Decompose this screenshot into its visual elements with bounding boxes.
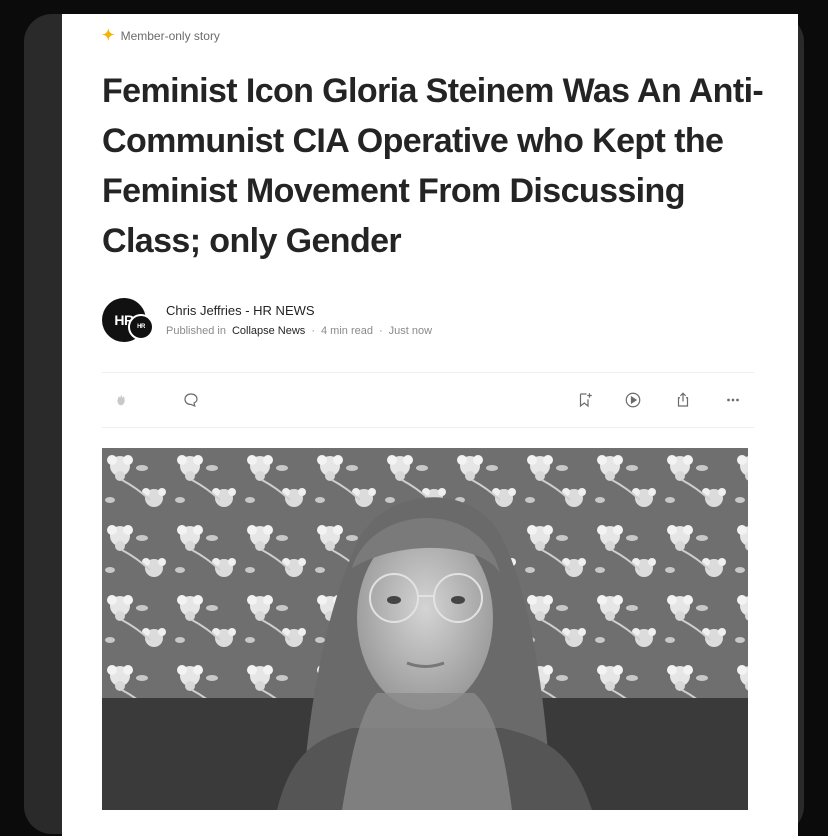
- author-row: HR HR Chris Jeffries - HR NEWS Published…: [102, 298, 432, 342]
- clap-icon: [117, 394, 125, 406]
- publication-avatar-text: HR: [137, 324, 145, 330]
- posted-time: Just now: [388, 325, 433, 337]
- listen-button[interactable]: [622, 389, 644, 411]
- more-icon: [727, 398, 739, 402]
- action-bar: [102, 372, 754, 428]
- comment-button[interactable]: [180, 389, 202, 411]
- member-only-badge: ✦ Member-only story: [102, 28, 220, 43]
- read-time: 4 min read: [320, 325, 373, 337]
- avatar[interactable]: HR HR: [102, 298, 154, 342]
- author-meta: Chris Jeffries - HR NEWS Published in Co…: [166, 303, 432, 337]
- article-title: Feminist Icon Gloria Steinem Was An Anti…: [102, 72, 764, 260]
- publication-link[interactable]: Collapse News: [232, 325, 305, 337]
- publication-avatar[interactable]: HR: [128, 314, 154, 340]
- comment-icon: [184, 393, 198, 407]
- separator-dot: ·: [378, 325, 383, 337]
- bookmark-button[interactable]: [574, 389, 596, 411]
- bookmark-add-icon: [579, 393, 592, 408]
- clap-button[interactable]: [110, 389, 132, 411]
- share-button[interactable]: [672, 389, 694, 411]
- published-in-label: Published in: [166, 325, 226, 337]
- publication-line: Published in Collapse News · 4 min read …: [166, 325, 432, 337]
- separator-dot: ·: [311, 325, 315, 337]
- article-page: ✦ Member-only story Feminist Icon Gloria…: [62, 14, 798, 836]
- hero-photo: [102, 448, 748, 810]
- share-icon: [677, 392, 689, 407]
- hero-image: [102, 448, 748, 810]
- author-name[interactable]: Chris Jeffries - HR NEWS: [166, 303, 432, 318]
- more-button[interactable]: [722, 389, 744, 411]
- member-only-label: Member-only story: [120, 28, 220, 43]
- play-icon: [625, 392, 641, 408]
- star-icon: ✦: [102, 27, 115, 44]
